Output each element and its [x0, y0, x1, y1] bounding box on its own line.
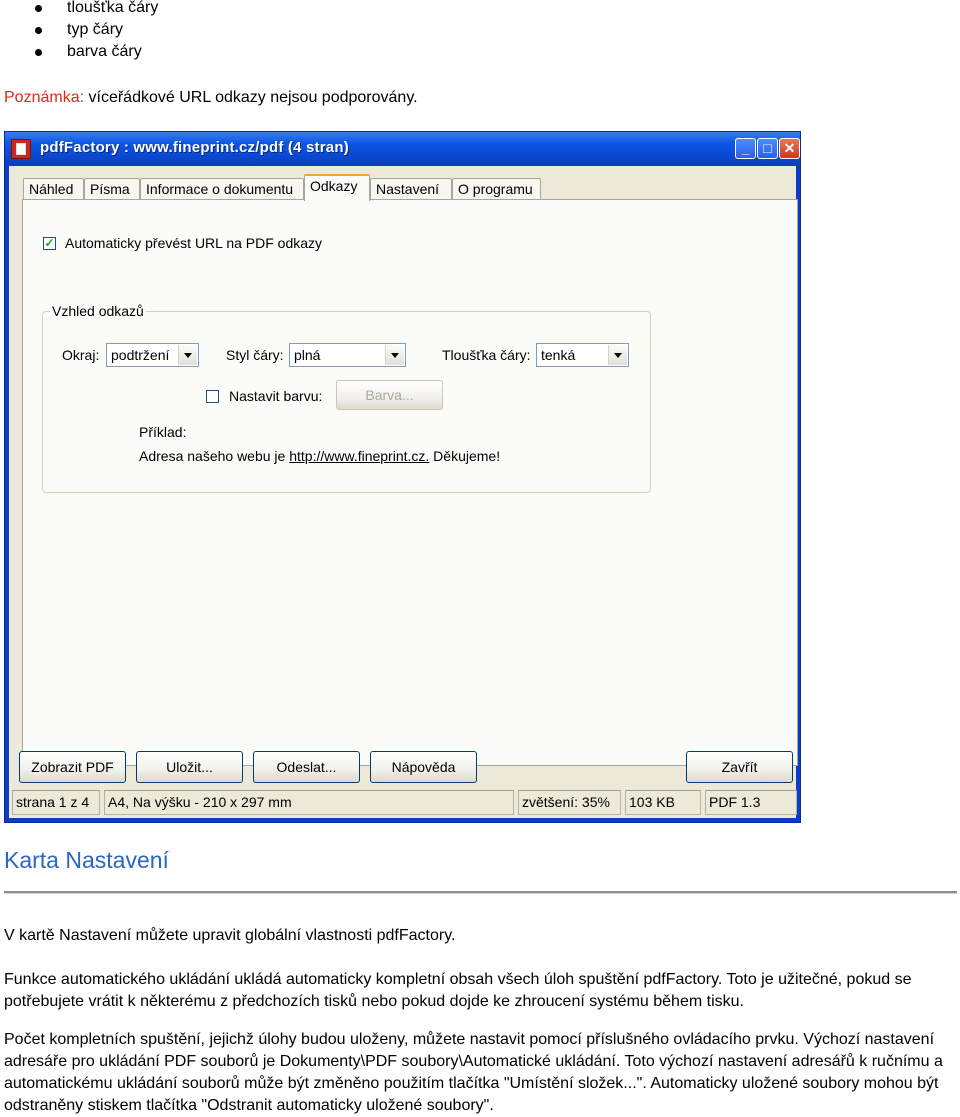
chevron-down-icon[interactable]: [178, 345, 197, 365]
status-paper: A4, Na výšku - 210 x 297 mm: [104, 790, 514, 815]
line-width-select[interactable]: tenká: [536, 343, 629, 367]
auto-convert-checkbox[interactable]: ✓: [43, 237, 56, 250]
note: Poznámka: víceřádkové URL odkazy nejsou …: [4, 88, 418, 108]
example-text: Adresa našeho webu je http://www.finepri…: [139, 447, 500, 465]
window-title: pdfFactory : www.fineprint.cz/pdf (4 str…: [40, 139, 349, 156]
status-size: 103 KB: [625, 790, 701, 815]
bullet-item: barva čáry: [67, 43, 142, 60]
maximize-button[interactable]: □: [757, 138, 778, 159]
set-color-checkbox[interactable]: [206, 390, 219, 403]
tab-nastaveni[interactable]: Nastavení: [370, 178, 452, 200]
app-icon: [11, 139, 31, 159]
line-style-select[interactable]: plná: [289, 343, 406, 367]
color-button[interactable]: Barva...: [336, 380, 443, 410]
status-page: strana 1 z 4: [12, 790, 100, 815]
line-style-label: Styl čáry:: [226, 347, 284, 363]
border-select-value: podtržení: [111, 347, 170, 363]
chevron-down-icon[interactable]: [608, 345, 627, 365]
note-text: víceřádkové URL odkazy nejsou podporován…: [84, 89, 418, 106]
save-button[interactable]: Uložit...: [136, 751, 243, 783]
chevron-down-icon[interactable]: [385, 345, 404, 365]
example-label: Příklad:: [139, 424, 187, 440]
tab-panel-odkazy: ✓ Automaticky převést URL na PDF odkazy …: [22, 199, 798, 766]
example-link: http://www.fineprint.cz.: [289, 448, 430, 464]
paragraph: Počet kompletních spuštění, jejichž úloh…: [4, 1031, 943, 1114]
line-style-select-value: plná: [294, 347, 321, 363]
border-select[interactable]: podtržení: [106, 343, 199, 367]
set-color-label: Nastavit barvu:: [229, 388, 323, 404]
bullet-dot: [35, 49, 42, 56]
paragraph: V kartě Nastavení můžete upravit globáln…: [4, 927, 456, 944]
pdffactory-window: pdfFactory : www.fineprint.cz/pdf (4 str…: [4, 131, 801, 823]
tab-nahled[interactable]: Náhled: [23, 178, 84, 200]
show-pdf-button[interactable]: Zobrazit PDF: [19, 751, 126, 783]
section-divider: [4, 891, 957, 894]
minimize-button[interactable]: _: [735, 138, 756, 159]
link-appearance-group: Vzhled odkazů Okraj: podtržení Styl čáry…: [42, 302, 651, 493]
bullet-dot: [35, 5, 42, 12]
title-bar[interactable]: pdfFactory : www.fineprint.cz/pdf (4 str…: [5, 132, 800, 166]
tab-o-programu[interactable]: O programu: [452, 178, 541, 200]
tab-informace[interactable]: Informace o dokumentu: [140, 178, 304, 200]
help-button[interactable]: Nápověda: [370, 751, 477, 783]
auto-convert-label: Automaticky převést URL na PDF odkazy: [65, 235, 323, 251]
section-heading: Karta Nastavení: [4, 847, 169, 873]
status-version: PDF 1.3: [705, 790, 797, 815]
border-label: Okraj:: [62, 347, 100, 363]
send-button[interactable]: Odeslat...: [253, 751, 360, 783]
note-label: Poznámka:: [4, 89, 85, 106]
line-width-select-value: tenká: [541, 347, 576, 363]
example-suffix: Děkujeme!: [429, 448, 501, 464]
tab-odkazy[interactable]: Odkazy: [304, 174, 370, 201]
group-title: Vzhled odkazů: [50, 302, 146, 320]
close-button[interactable]: Zavřít: [686, 751, 793, 783]
bullet-item: tloušťka čáry: [67, 0, 159, 16]
paragraph: Funkce automatického ukládání ukládá aut…: [4, 971, 912, 1010]
close-window-button[interactable]: ✕: [779, 138, 800, 159]
tab-pisma[interactable]: Písma: [84, 178, 140, 200]
bullet-item: typ čáry: [67, 21, 124, 38]
dialog-client: Náhled Písma Informace o dokumentu Odkaz…: [9, 166, 798, 818]
example-prefix: Adresa našeho webu je: [139, 448, 290, 464]
line-width-label: Tloušťka čáry:: [442, 347, 531, 363]
bullet-dot: [35, 27, 42, 34]
status-zoom: zvětšení: 35%: [518, 790, 621, 815]
